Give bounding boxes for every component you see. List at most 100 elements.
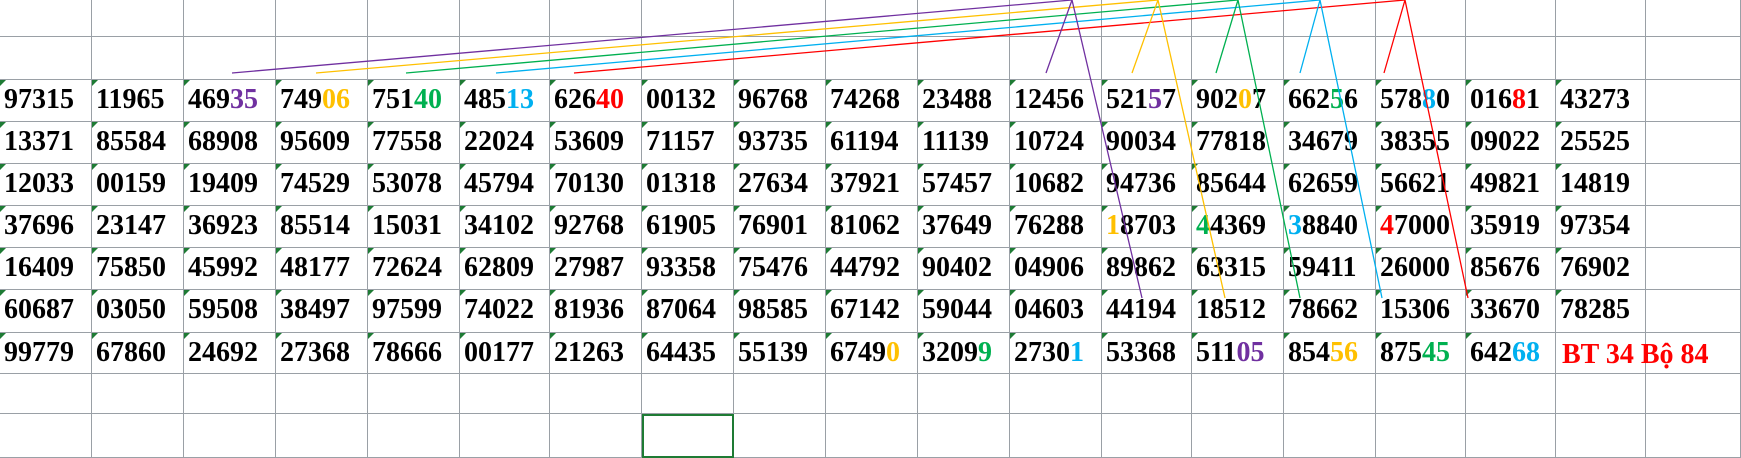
empty-cell[interactable] [184,414,276,458]
number-cell[interactable]: 72624 [368,248,460,290]
number-cell[interactable]: 34679 [1284,122,1376,164]
empty-cell[interactable] [368,0,460,37]
empty-cell[interactable] [460,414,550,458]
empty-cell[interactable] [1466,37,1556,80]
number-cell[interactable]: 85456 [1284,333,1376,374]
empty-cell[interactable] [460,0,550,37]
number-cell[interactable]: 74268 [826,80,918,122]
number-cell[interactable]: 57457 [918,164,1010,206]
empty-cell[interactable] [1010,37,1102,80]
number-cell[interactable]: 92768 [550,206,642,248]
number-cell[interactable]: 61194 [826,122,918,164]
number-cell[interactable]: 77818 [1192,122,1284,164]
empty-cell[interactable] [1466,0,1556,37]
number-cell[interactable]: 18703 [1102,206,1192,248]
empty-cell[interactable] [550,414,642,458]
number-cell[interactable]: 38840 [1284,206,1376,248]
number-cell[interactable]: 52157 [1102,80,1192,122]
empty-cell[interactable] [276,0,368,37]
number-cell[interactable]: 12033 [0,164,92,206]
number-cell[interactable]: 27301 [1010,333,1102,374]
number-cell[interactable]: 10682 [1010,164,1102,206]
number-cell[interactable]: 32099 [918,333,1010,374]
number-cell[interactable]: 48513 [460,80,550,122]
number-cell[interactable]: 74906 [276,80,368,122]
empty-cell[interactable] [1284,374,1376,414]
empty-cell[interactable] [1556,37,1646,80]
empty-cell[interactable] [1010,414,1102,458]
empty-cell[interactable] [734,0,826,37]
number-cell[interactable]: 53609 [550,122,642,164]
number-cell[interactable]: 62640 [550,80,642,122]
number-cell[interactable]: 56621 [1376,164,1466,206]
empty-cell[interactable] [918,414,1010,458]
number-cell[interactable]: 12456 [1010,80,1102,122]
empty-cell[interactable] [826,414,918,458]
empty-cell[interactable] [918,0,1010,37]
number-cell[interactable]: 46935 [184,80,276,122]
number-cell[interactable]: 25525 [1556,122,1646,164]
number-cell[interactable]: 78666 [368,333,460,374]
empty-cell[interactable] [1646,290,1741,333]
number-cell[interactable]: 21263 [550,333,642,374]
number-cell[interactable]: 97315 [0,80,92,122]
number-cell[interactable]: 44194 [1102,290,1192,333]
number-cell[interactable]: 11965 [92,80,184,122]
number-cell[interactable]: 77558 [368,122,460,164]
number-cell[interactable]: 03050 [92,290,184,333]
empty-cell[interactable] [1284,0,1376,37]
empty-cell[interactable] [1376,374,1466,414]
number-cell[interactable]: 24692 [184,333,276,374]
number-cell[interactable]: 48177 [276,248,368,290]
empty-cell[interactable] [368,414,460,458]
number-cell[interactable]: 11139 [918,122,1010,164]
number-cell[interactable]: 98585 [734,290,826,333]
number-cell[interactable]: 27634 [734,164,826,206]
number-cell[interactable]: 75140 [368,80,460,122]
number-cell[interactable]: 70130 [550,164,642,206]
number-cell[interactable]: 64435 [642,333,734,374]
empty-cell[interactable] [734,414,826,458]
number-cell[interactable]: 71157 [642,122,734,164]
number-cell[interactable]: 94736 [1102,164,1192,206]
empty-cell[interactable] [460,37,550,80]
empty-cell[interactable] [1376,37,1466,80]
number-cell[interactable]: 66256 [1284,80,1376,122]
number-cell[interactable]: 09022 [1466,122,1556,164]
number-cell[interactable]: 76902 [1556,248,1646,290]
spreadsheet[interactable]: 97315 11965 46935 74906 75140 48513 62640 00132… [0,0,1741,458]
number-cell[interactable]: 55139 [734,333,826,374]
empty-cell[interactable] [184,37,276,80]
number-cell[interactable]: 23488 [918,80,1010,122]
number-cell[interactable]: 14819 [1556,164,1646,206]
number-cell[interactable]: 93735 [734,122,826,164]
number-cell[interactable]: 62659 [1284,164,1376,206]
number-cell[interactable]: 59044 [918,290,1010,333]
empty-cell[interactable] [1192,0,1284,37]
number-cell[interactable]: 18512 [1192,290,1284,333]
number-cell[interactable]: 16409 [0,248,92,290]
number-cell[interactable]: 38355 [1376,122,1466,164]
empty-cell[interactable] [1102,374,1192,414]
number-cell[interactable]: 96768 [734,80,826,122]
number-cell[interactable]: 22024 [460,122,550,164]
empty-cell[interactable] [550,0,642,37]
number-cell[interactable]: 27368 [276,333,368,374]
number-cell[interactable]: 67490 [826,333,918,374]
number-cell[interactable]: 87064 [642,290,734,333]
empty-cell[interactable] [1646,374,1741,414]
number-cell[interactable]: 19409 [184,164,276,206]
number-cell[interactable]: 45794 [460,164,550,206]
number-cell[interactable]: 61905 [642,206,734,248]
empty-cell[interactable] [1192,374,1284,414]
number-cell[interactable]: 47000 [1376,206,1466,248]
empty-cell[interactable] [276,374,368,414]
empty-cell[interactable] [92,374,184,414]
number-cell[interactable]: 68908 [184,122,276,164]
empty-cell[interactable] [1556,374,1646,414]
empty-cell[interactable] [918,37,1010,80]
empty-cell[interactable] [0,37,92,80]
number-cell[interactable]: 45992 [184,248,276,290]
number-cell[interactable]: 62809 [460,248,550,290]
empty-cell[interactable] [276,37,368,80]
